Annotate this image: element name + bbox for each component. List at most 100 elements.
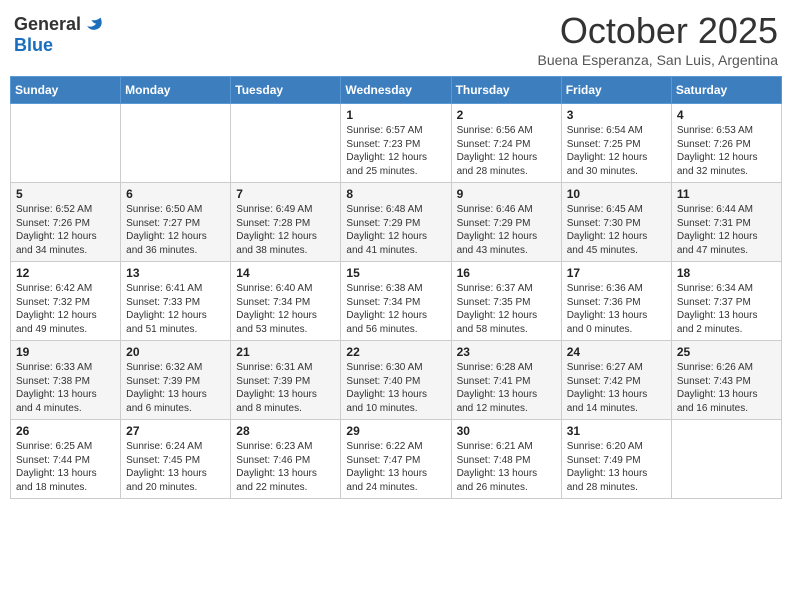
day-info: Sunrise: 6:32 AM Sunset: 7:39 PM Dayligh… [126,361,225,415]
day-number: 3 [567,108,666,122]
header-tuesday: Tuesday [231,77,341,104]
calendar-week-row: 5 Sunrise: 6:52 AM Sunset: 7:26 PM Daylig… [11,183,782,262]
day-info: Sunrise: 6:37 AM Sunset: 7:35 PM Dayligh… [457,282,556,336]
day-number: 11 [677,187,776,201]
day-info: Sunrise: 6:42 AM Sunset: 7:32 PM Dayligh… [16,282,115,336]
day-info: Sunrise: 6:53 AM Sunset: 7:26 PM Dayligh… [677,124,776,178]
table-row: 6Sunrise: 6:50 AM Sunset: 7:27 PM Daylig… [121,183,231,262]
table-row: 4 Sunrise: 6:53 AM Sunset: 7:26 PM Daylig… [671,104,781,183]
header-thursday: Thursday [451,77,561,104]
location-subtitle: Buena Esperanza, San Luis, Argentina [537,52,778,68]
header-friday: Friday [561,77,671,104]
day-info: Sunrise: 6:30 AM Sunset: 7:40 PM Dayligh… [346,361,445,415]
day-number: 21 [236,345,335,359]
day-info: Sunrise: 6:33 AM Sunset: 7:38 PM Dayligh… [16,361,115,415]
table-row: 20 Sunrise: 6:32 AM Sunset: 7:39 PM Dayli… [121,341,231,420]
table-row: 23 Sunrise: 6:28 AM Sunset: 7:41 PM Dayli… [451,341,561,420]
day-info: Sunrise: 6:34 AM Sunset: 7:37 PM Dayligh… [677,282,776,336]
day-info: Sunrise: 6:27 AM Sunset: 7:42 PM Dayligh… [567,361,666,415]
day-number: 7 [236,187,335,201]
table-row: 16 Sunrise: 6:37 AM Sunset: 7:35 PM Dayli… [451,262,561,341]
day-info: Sunrise: 6:23 AM Sunset: 7:46 PM Dayligh… [236,440,335,494]
title-area: October 2025 Buena Esperanza, San Luis, … [537,10,778,68]
table-row: 22 Sunrise: 6:30 AM Sunset: 7:40 PM Dayli… [341,341,451,420]
logo: General Blue [14,14,103,56]
day-number: 30 [457,424,556,438]
table-row [231,104,341,183]
table-row: 17Sunrise: 6:36 AM Sunset: 7:36 PM Dayli… [561,262,671,341]
day-number: 29 [346,424,445,438]
calendar-week-row: 1 Sunrise: 6:57 AM Sunset: 7:23 PM Daylig… [11,104,782,183]
calendar-header-row: Sunday Monday Tuesday Wednesday Thursday… [11,77,782,104]
table-row: 14 Sunrise: 6:40 AM Sunset: 7:34 PM Dayli… [231,262,341,341]
day-info: Sunrise: 6:25 AM Sunset: 7:44 PM Dayligh… [16,440,115,494]
day-number: 25 [677,345,776,359]
table-row: 18 Sunrise: 6:34 AM Sunset: 7:37 PM Dayli… [671,262,781,341]
day-number: 16 [457,266,556,280]
day-info: Sunrise: 6:57 AM Sunset: 7:23 PM Dayligh… [346,124,445,178]
day-number: 12 [16,266,115,280]
table-row: 27Sunrise: 6:24 AM Sunset: 7:45 PM Dayli… [121,420,231,499]
logo-general-text: General [14,14,81,35]
day-number: 13 [126,266,225,280]
header-monday: Monday [121,77,231,104]
day-number: 19 [16,345,115,359]
table-row: 13 Sunrise: 6:41 AM Sunset: 7:33 PM Dayli… [121,262,231,341]
day-info: Sunrise: 6:21 AM Sunset: 7:48 PM Dayligh… [457,440,556,494]
day-info: Sunrise: 6:26 AM Sunset: 7:43 PM Dayligh… [677,361,776,415]
day-number: 2 [457,108,556,122]
day-info: Sunrise: 6:31 AM Sunset: 7:39 PM Dayligh… [236,361,335,415]
day-info: Sunrise: 6:41 AM Sunset: 7:33 PM Dayligh… [126,282,225,336]
day-number: 1 [346,108,445,122]
day-number: 28 [236,424,335,438]
table-row: 21 Sunrise: 6:31 AM Sunset: 7:39 PM Dayli… [231,341,341,420]
table-row: 31Sunrise: 6:20 AM Sunset: 7:49 PM Dayli… [561,420,671,499]
table-row [671,420,781,499]
table-row: 15Sunrise: 6:38 AM Sunset: 7:34 PM Dayli… [341,262,451,341]
table-row: 30 Sunrise: 6:21 AM Sunset: 7:48 PM Dayli… [451,420,561,499]
day-number: 5 [16,187,115,201]
day-info: Sunrise: 6:36 AM Sunset: 7:36 PM Dayligh… [567,282,666,336]
day-number: 15 [346,266,445,280]
day-info: Sunrise: 6:56 AM Sunset: 7:24 PM Dayligh… [457,124,556,178]
table-row: 7Sunrise: 6:49 AM Sunset: 7:28 PM Daylig… [231,183,341,262]
day-number: 18 [677,266,776,280]
month-title: October 2025 [537,10,778,52]
table-row: 1 Sunrise: 6:57 AM Sunset: 7:23 PM Daylig… [341,104,451,183]
table-row: 24 Sunrise: 6:27 AM Sunset: 7:42 PM Dayli… [561,341,671,420]
table-row [11,104,121,183]
header-saturday: Saturday [671,77,781,104]
table-row: 9Sunrise: 6:46 AM Sunset: 7:29 PM Daylig… [451,183,561,262]
day-info: Sunrise: 6:48 AM Sunset: 7:29 PM Dayligh… [346,203,445,257]
day-info: Sunrise: 6:22 AM Sunset: 7:47 PM Dayligh… [346,440,445,494]
day-number: 10 [567,187,666,201]
calendar-week-row: 26 Sunrise: 6:25 AM Sunset: 7:44 PM Dayli… [11,420,782,499]
day-number: 14 [236,266,335,280]
day-info: Sunrise: 6:54 AM Sunset: 7:25 PM Dayligh… [567,124,666,178]
page-header: General Blue October 2025 Buena Esperanz… [10,10,782,68]
day-number: 22 [346,345,445,359]
day-number: 26 [16,424,115,438]
table-row: 19 Sunrise: 6:33 AM Sunset: 7:38 PM Dayli… [11,341,121,420]
day-info: Sunrise: 6:52 AM Sunset: 7:26 PM Dayligh… [16,203,115,257]
day-info: Sunrise: 6:45 AM Sunset: 7:30 PM Dayligh… [567,203,666,257]
day-info: Sunrise: 6:40 AM Sunset: 7:34 PM Dayligh… [236,282,335,336]
day-number: 24 [567,345,666,359]
day-info: Sunrise: 6:20 AM Sunset: 7:49 PM Dayligh… [567,440,666,494]
day-info: Sunrise: 6:46 AM Sunset: 7:29 PM Dayligh… [457,203,556,257]
day-number: 6 [126,187,225,201]
table-row: 26 Sunrise: 6:25 AM Sunset: 7:44 PM Dayli… [11,420,121,499]
day-number: 20 [126,345,225,359]
day-number: 8 [346,187,445,201]
table-row: 28 Sunrise: 6:23 AM Sunset: 7:46 PM Dayli… [231,420,341,499]
table-row: 5 Sunrise: 6:52 AM Sunset: 7:26 PM Daylig… [11,183,121,262]
calendar-table: Sunday Monday Tuesday Wednesday Thursday… [10,76,782,499]
calendar-week-row: 12 Sunrise: 6:42 AM Sunset: 7:32 PM Dayli… [11,262,782,341]
table-row: 25 Sunrise: 6:26 AM Sunset: 7:43 PM Dayli… [671,341,781,420]
day-number: 4 [677,108,776,122]
day-info: Sunrise: 6:28 AM Sunset: 7:41 PM Dayligh… [457,361,556,415]
day-number: 23 [457,345,556,359]
table-row [121,104,231,183]
table-row: 8 Sunrise: 6:48 AM Sunset: 7:29 PM Daylig… [341,183,451,262]
day-info: Sunrise: 6:44 AM Sunset: 7:31 PM Dayligh… [677,203,776,257]
